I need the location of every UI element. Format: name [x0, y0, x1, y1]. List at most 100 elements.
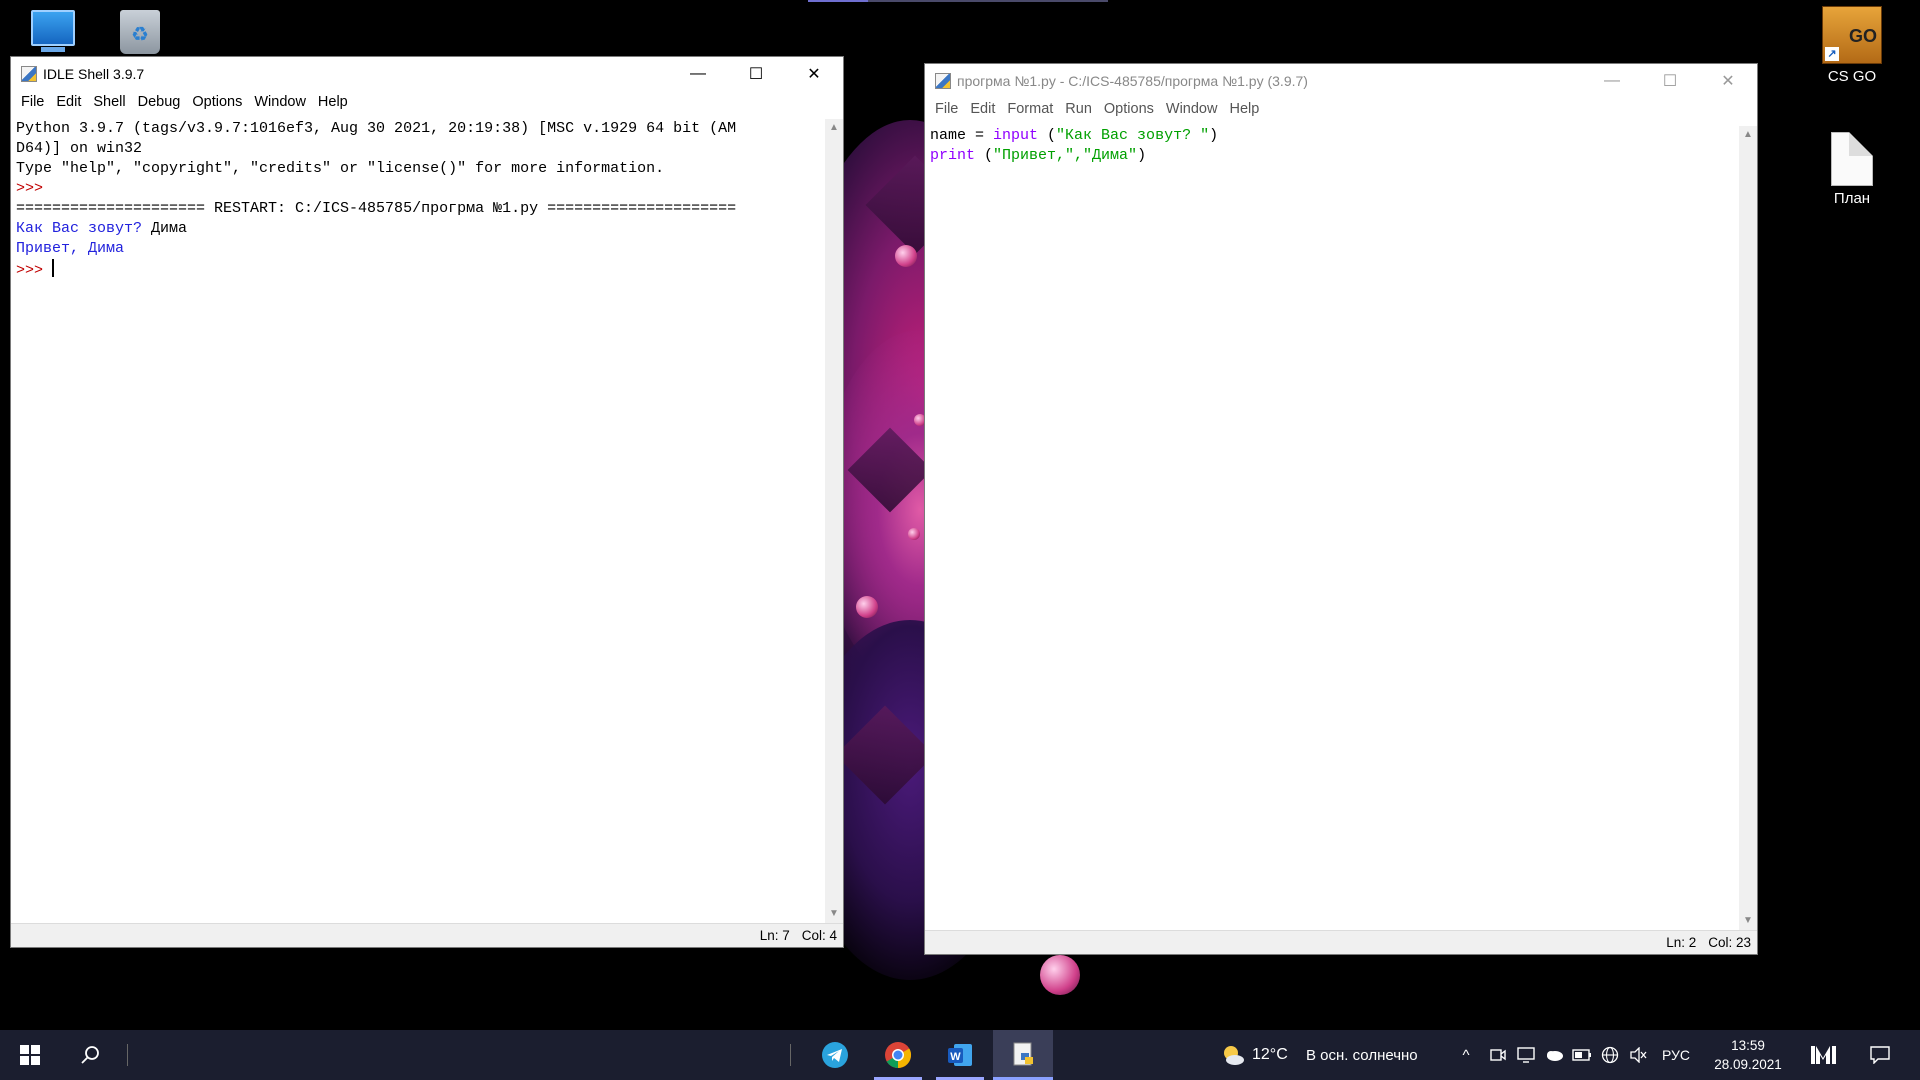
taskbar-word[interactable]: W: [930, 1030, 990, 1080]
orb-shape: [908, 528, 920, 540]
word-icon: W: [948, 1044, 972, 1066]
menu-edit[interactable]: Edit: [964, 101, 1001, 117]
code-line: print ("Привет,","Дима"): [930, 146, 1737, 166]
tray-volume[interactable]: [1626, 1030, 1650, 1080]
column-number: Col: 23: [1708, 935, 1751, 950]
menu-debug[interactable]: Debug: [132, 94, 187, 110]
orb-shape: [856, 596, 878, 618]
menu-options[interactable]: Options: [186, 94, 248, 110]
program-output: Привет, Дима: [16, 240, 125, 257]
shell-prompt: >>>: [16, 180, 53, 197]
taskbar-divider: [127, 1044, 128, 1066]
editor-vertical-scrollbar[interactable]: ▲ ▼: [1739, 126, 1757, 930]
taskbar-divider: [790, 1044, 791, 1066]
code-text: (: [1038, 127, 1057, 144]
tray-network[interactable]: [1598, 1030, 1622, 1080]
shortcut-arrow-icon: ↗: [1825, 47, 1839, 61]
builtin-keyword: print: [930, 147, 976, 164]
weather-description[interactable]: В осн. солнечно: [1306, 1030, 1442, 1080]
column-number: Col: 4: [801, 928, 837, 943]
idle-editor-window[interactable]: прогрма №1.py - C:/ICS-485785/прогрма №1…: [924, 63, 1758, 955]
shell-line: Python 3.9.7 (tags/v3.9.7:1016ef3, Aug 3…: [16, 120, 737, 137]
minimize-button[interactable]: —: [1583, 64, 1641, 98]
idle-icon: [1013, 1042, 1033, 1065]
shell-line-current: >>>: [16, 259, 823, 281]
shell-text-area[interactable]: Python 3.9.7 (tags/v3.9.7:1016ef3, Aug 3…: [11, 119, 823, 923]
document-icon: [1831, 132, 1873, 186]
tray-battery[interactable]: [1570, 1030, 1594, 1080]
desktop-icon-label: CS GO: [1827, 68, 1877, 85]
menu-options[interactable]: Options: [1098, 101, 1160, 117]
shell-titlebar[interactable]: IDLE Shell 3.9.7 — ☐ ✕: [11, 57, 843, 91]
weather-temperature[interactable]: 12°C: [1252, 1030, 1308, 1080]
idle-shell-window[interactable]: IDLE Shell 3.9.7 — ☐ ✕ File Edit Shell D…: [10, 56, 844, 948]
sun-cloud-icon: [1224, 1046, 1244, 1065]
builtin-keyword: input: [993, 127, 1039, 144]
shell-line: D64)] on win32: [16, 140, 143, 157]
csgo-icon: GO ↗: [1822, 6, 1882, 64]
menu-window[interactable]: Window: [248, 94, 312, 110]
globe-icon: [1601, 1046, 1619, 1064]
menu-file[interactable]: File: [15, 94, 50, 110]
editor-menubar: File Edit Format Run Options Window Help: [925, 98, 1757, 120]
language-indicator[interactable]: РУС: [1656, 1030, 1696, 1080]
maximize-button[interactable]: ☐: [727, 57, 785, 91]
taskbar-telegram[interactable]: [805, 1030, 865, 1080]
computer-icon: [31, 10, 75, 52]
close-button[interactable]: ✕: [785, 57, 843, 91]
scroll-down-arrow-icon[interactable]: ▼: [1739, 912, 1757, 930]
program-prompt-output: Как Вас зовут?: [16, 220, 143, 237]
maximize-button[interactable]: ☐: [1641, 64, 1699, 98]
desktop-icon-plan[interactable]: План: [1807, 132, 1897, 207]
idle-app-icon: [21, 66, 37, 82]
clock-time: 13:59: [1731, 1038, 1765, 1053]
menu-format[interactable]: Format: [1001, 101, 1059, 117]
desktop-icon-recycle-bin[interactable]: ♻: [95, 10, 185, 58]
scroll-up-arrow-icon[interactable]: ▲: [1739, 126, 1757, 144]
menu-file[interactable]: File: [929, 101, 964, 117]
shell-statusbar: Ln: 7 Col: 4: [11, 923, 843, 947]
clock-date: 28.09.2021: [1714, 1057, 1782, 1072]
menu-help[interactable]: Help: [312, 94, 354, 110]
menu-edit[interactable]: Edit: [50, 94, 87, 110]
close-button[interactable]: ✕: [1699, 64, 1757, 98]
menu-window[interactable]: Window: [1160, 101, 1224, 117]
orb-shape: [895, 245, 917, 267]
menu-shell[interactable]: Shell: [87, 94, 131, 110]
desktop-icon-csgo[interactable]: GO ↗ CS GO: [1807, 6, 1897, 85]
taskbar-chrome[interactable]: [868, 1030, 928, 1080]
search-button[interactable]: [60, 1030, 120, 1080]
code-editor-area[interactable]: name = input ("Как Вас зовут? ") print ("…: [925, 126, 1737, 930]
wallpaper-topbar-accent: [808, 0, 868, 2]
orb-shape: [1040, 955, 1080, 995]
scroll-up-arrow-icon[interactable]: ▲: [825, 119, 843, 137]
clock[interactable]: 13:59 28.09.2021: [1700, 1030, 1796, 1080]
shell-line-input: Как Вас зовут? Дима: [16, 219, 823, 239]
tray-meet-now[interactable]: [1486, 1030, 1510, 1080]
tray-onedrive[interactable]: [1542, 1030, 1566, 1080]
line-number: Ln: 2: [1666, 935, 1697, 950]
notification-icon: [1870, 1046, 1890, 1064]
user-input-text: Дима: [142, 220, 188, 237]
menu-help[interactable]: Help: [1223, 101, 1265, 117]
tray-security[interactable]: [1514, 1030, 1538, 1080]
desktop-icon-computer[interactable]: [8, 10, 98, 52]
tray-app-m[interactable]: [1800, 1030, 1848, 1080]
start-button[interactable]: [0, 1030, 60, 1080]
weather-widget[interactable]: [1218, 1030, 1248, 1080]
window-title: прогрма №1.py - C:/ICS-485785/прогрма №1…: [957, 73, 1308, 89]
code-text: ): [1137, 147, 1147, 164]
editor-statusbar: Ln: 2 Col: 23: [925, 930, 1757, 954]
menu-run[interactable]: Run: [1059, 101, 1098, 117]
desktop-icon-label: План: [1833, 190, 1871, 207]
notification-center-button[interactable]: [1858, 1030, 1902, 1080]
string-literal: "Привет,","Дима": [993, 147, 1138, 164]
taskbar-idle[interactable]: [993, 1030, 1053, 1080]
shell-vertical-scrollbar[interactable]: ▲ ▼: [825, 119, 843, 923]
show-hidden-icons-button[interactable]: ^: [1454, 1030, 1478, 1080]
editor-titlebar[interactable]: прогрма №1.py - C:/ICS-485785/прогрма №1…: [925, 64, 1757, 98]
m-logo-icon: [1811, 1046, 1836, 1064]
minimize-button[interactable]: —: [669, 57, 727, 91]
windows-logo-icon: [20, 1045, 40, 1065]
scroll-down-arrow-icon[interactable]: ▼: [825, 905, 843, 923]
